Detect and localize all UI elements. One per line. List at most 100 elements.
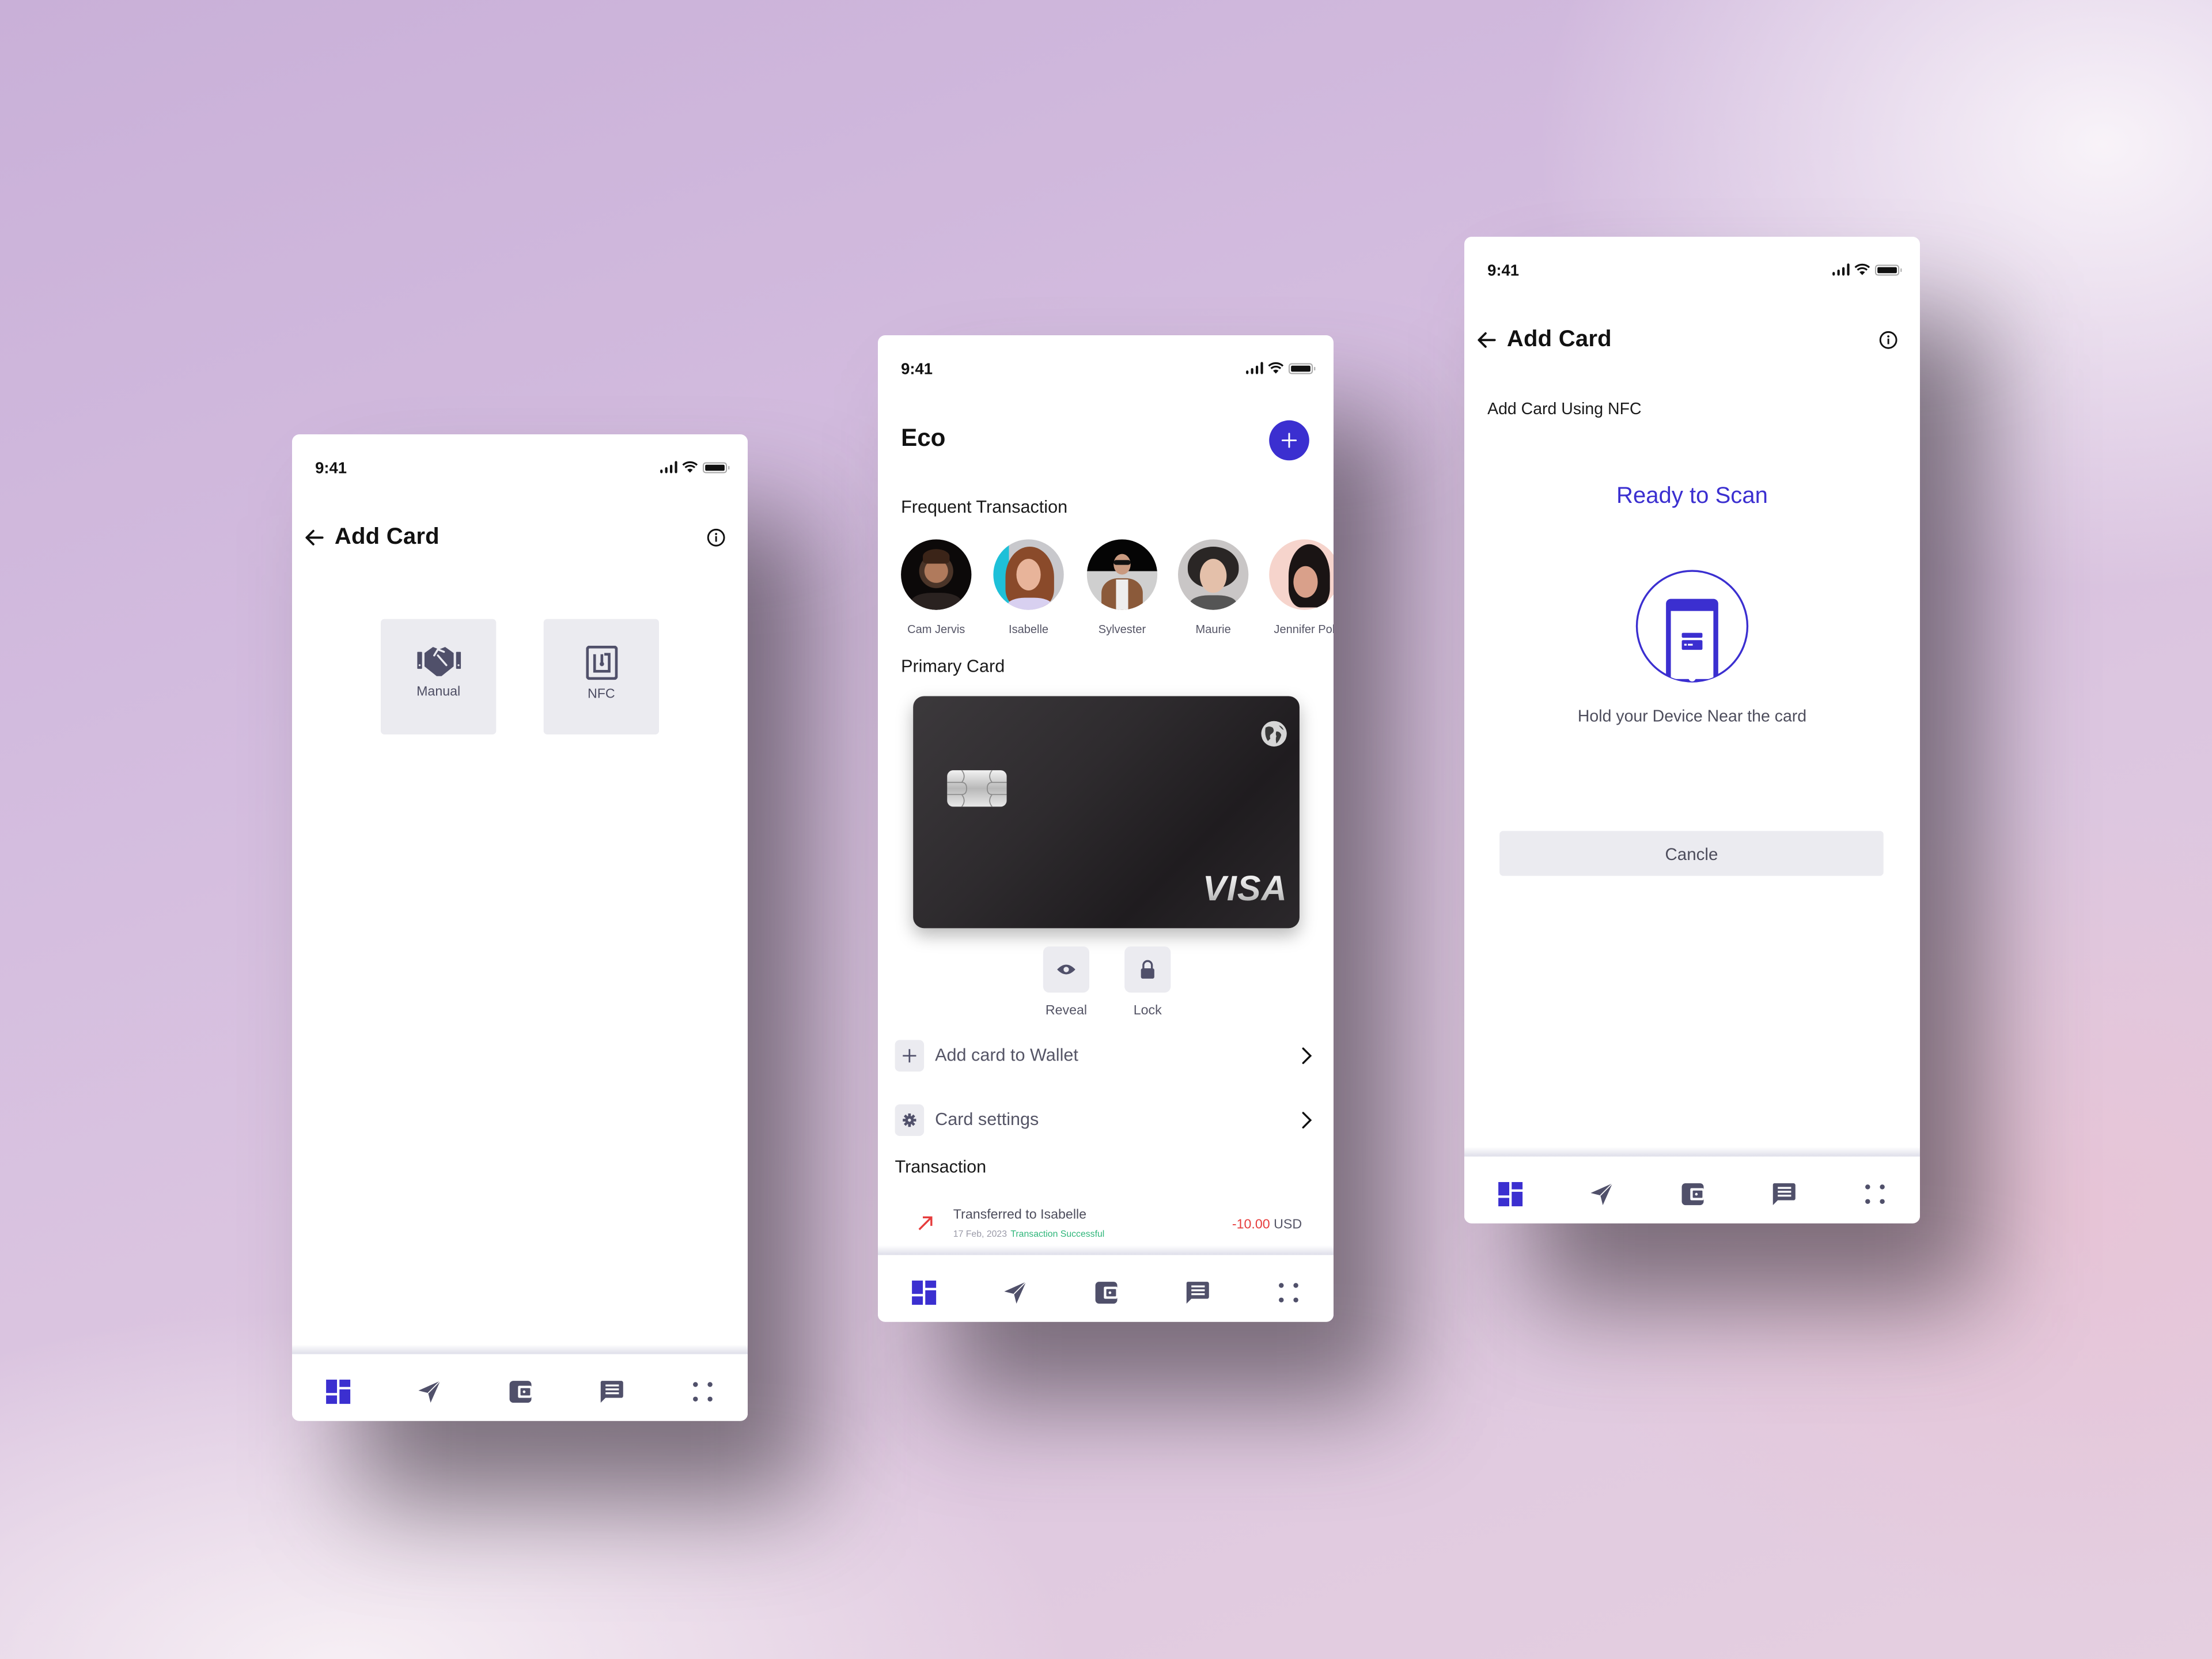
status-bar: 9:41 xyxy=(1464,259,1920,285)
transaction-meta: 17 Feb, 2023 Transaction Successful xyxy=(953,1228,1105,1239)
back-button[interactable] xyxy=(302,527,326,548)
status-bar: 9:41 xyxy=(878,357,1334,384)
bottom-nav xyxy=(1464,1156,1920,1224)
send-icon xyxy=(418,1380,441,1403)
primary-card-heading: Primary Card xyxy=(901,657,1005,677)
nav-item-send[interactable] xyxy=(1001,1278,1030,1308)
info-icon xyxy=(707,528,725,547)
status-time: 9:41 xyxy=(1487,261,1519,279)
nav-item-send[interactable] xyxy=(1587,1180,1616,1209)
chat-icon xyxy=(1186,1282,1209,1304)
wifi-icon xyxy=(1268,362,1284,374)
phone-scan-icon xyxy=(1635,570,1749,683)
transaction-date: 17 Feb, 2023 xyxy=(953,1228,1007,1240)
nav-item-messages[interactable] xyxy=(1183,1278,1212,1308)
add-icon-box xyxy=(895,1040,925,1072)
signal-icon xyxy=(1245,362,1263,374)
status-icons xyxy=(660,461,730,474)
phone-add-card: 9:41 Add Card Manual NFC xyxy=(292,434,748,1421)
nav-item-dashboard[interactable] xyxy=(910,1278,939,1308)
avatar xyxy=(901,539,972,610)
dashboard-icon xyxy=(1498,1182,1523,1207)
contact-item[interactable]: Sylvester xyxy=(1085,539,1160,637)
transaction-title: Transferred to Isabelle xyxy=(953,1207,1087,1222)
contact-item[interactable]: Maurie xyxy=(1176,539,1251,637)
nav-item-dashboard[interactable] xyxy=(1496,1180,1525,1209)
card-settings-row[interactable]: Card settings xyxy=(895,1104,1317,1137)
send-icon xyxy=(1590,1183,1613,1206)
wallet-icon xyxy=(509,1381,532,1403)
status-icons xyxy=(1832,263,1902,276)
header: Add Card xyxy=(292,522,748,554)
nav-item-more[interactable] xyxy=(1274,1278,1304,1308)
nav-item-more[interactable] xyxy=(1861,1180,1890,1209)
status-bar: 9:41 xyxy=(292,456,748,483)
lock-icon-box xyxy=(1124,946,1171,993)
add-card-to-wallet-row[interactable]: Add card to Wallet xyxy=(895,1040,1317,1072)
chat-icon xyxy=(1772,1183,1796,1206)
info-button[interactable] xyxy=(706,528,726,547)
phone-nfc-scan: 9:41 Add Card Add Card Using NFC Ready t… xyxy=(1464,237,1920,1224)
dashboard-icon xyxy=(912,1281,937,1305)
battery-icon xyxy=(1874,264,1902,275)
avatar xyxy=(993,539,1064,610)
manual-method-label: Manual xyxy=(416,684,461,699)
contact-item[interactable]: Cam Jervis xyxy=(899,539,974,637)
nav-item-wallet[interactable] xyxy=(1678,1180,1707,1209)
nav-item-messages[interactable] xyxy=(1769,1180,1798,1209)
scan-status: Ready to Scan xyxy=(1616,483,1768,509)
contact-item[interactable]: Jennifer Pol xyxy=(1267,539,1334,637)
page-title: Add Card xyxy=(334,524,440,550)
nav-item-messages[interactable] xyxy=(597,1377,626,1407)
battery-icon xyxy=(1288,362,1316,374)
handshake-icon xyxy=(416,647,461,676)
nfc-icon xyxy=(585,646,618,680)
avatar xyxy=(1086,539,1158,610)
transaction-amount: -10.00 USD xyxy=(1232,1217,1302,1232)
contact-item[interactable]: Isabelle xyxy=(991,539,1066,637)
contact-name: Maurie xyxy=(1195,623,1231,637)
chevron-right-icon xyxy=(1302,1047,1312,1065)
primary-card[interactable]: VISA xyxy=(913,696,1300,929)
signal-icon xyxy=(1832,263,1850,276)
reveal-button[interactable]: Reveal xyxy=(1043,946,1090,1018)
transaction-amount-value: -10.00 xyxy=(1232,1217,1270,1232)
wifi-icon xyxy=(1854,263,1870,275)
chip-icon xyxy=(947,770,1007,807)
cancel-button[interactable]: Cancle xyxy=(1499,831,1884,876)
manual-method-button[interactable]: Manual xyxy=(380,619,497,734)
nfc-method-button[interactable]: NFC xyxy=(543,619,660,734)
transaction-row[interactable]: Transferred to Isabelle 17 Feb, 2023 Tran… xyxy=(895,1207,1317,1249)
contact-name: Isabelle xyxy=(1009,623,1049,637)
wifi-icon xyxy=(682,461,698,473)
signal-icon xyxy=(660,461,677,474)
nav-item-wallet[interactable] xyxy=(506,1377,535,1407)
plus-icon xyxy=(903,1049,916,1063)
nfc-method-label: NFC xyxy=(587,687,615,702)
scan-instruction: Hold your Device Near the card xyxy=(1577,707,1807,725)
globe-icon xyxy=(1261,721,1287,747)
bottom-nav xyxy=(292,1354,748,1421)
wallet-icon xyxy=(1681,1183,1704,1206)
info-button[interactable] xyxy=(1878,330,1898,350)
settings-icon-box xyxy=(895,1104,925,1137)
frequent-transaction-heading: Frequent Transaction xyxy=(901,498,1068,518)
nav-item-dashboard[interactable] xyxy=(324,1377,353,1407)
status-time: 9:41 xyxy=(901,359,933,378)
send-icon xyxy=(1004,1281,1027,1304)
add-card-to-wallet-label: Add card to Wallet xyxy=(935,1046,1078,1066)
nav-item-send[interactable] xyxy=(415,1377,444,1407)
nav-item-wallet[interactable] xyxy=(1092,1278,1121,1308)
card-settings-label: Card settings xyxy=(935,1110,1039,1130)
back-button[interactable] xyxy=(1474,329,1498,351)
reveal-label: Reveal xyxy=(1045,1003,1088,1018)
status-time: 9:41 xyxy=(315,459,347,477)
add-button[interactable] xyxy=(1269,420,1309,461)
contact-name: Sylvester xyxy=(1098,623,1146,637)
nav-item-more[interactable] xyxy=(688,1377,718,1407)
eye-icon xyxy=(1057,964,1075,975)
bottom-nav xyxy=(878,1255,1334,1322)
reveal-icon-box xyxy=(1043,946,1090,993)
lock-button[interactable]: Lock xyxy=(1124,946,1171,1018)
avatar xyxy=(1177,539,1249,610)
